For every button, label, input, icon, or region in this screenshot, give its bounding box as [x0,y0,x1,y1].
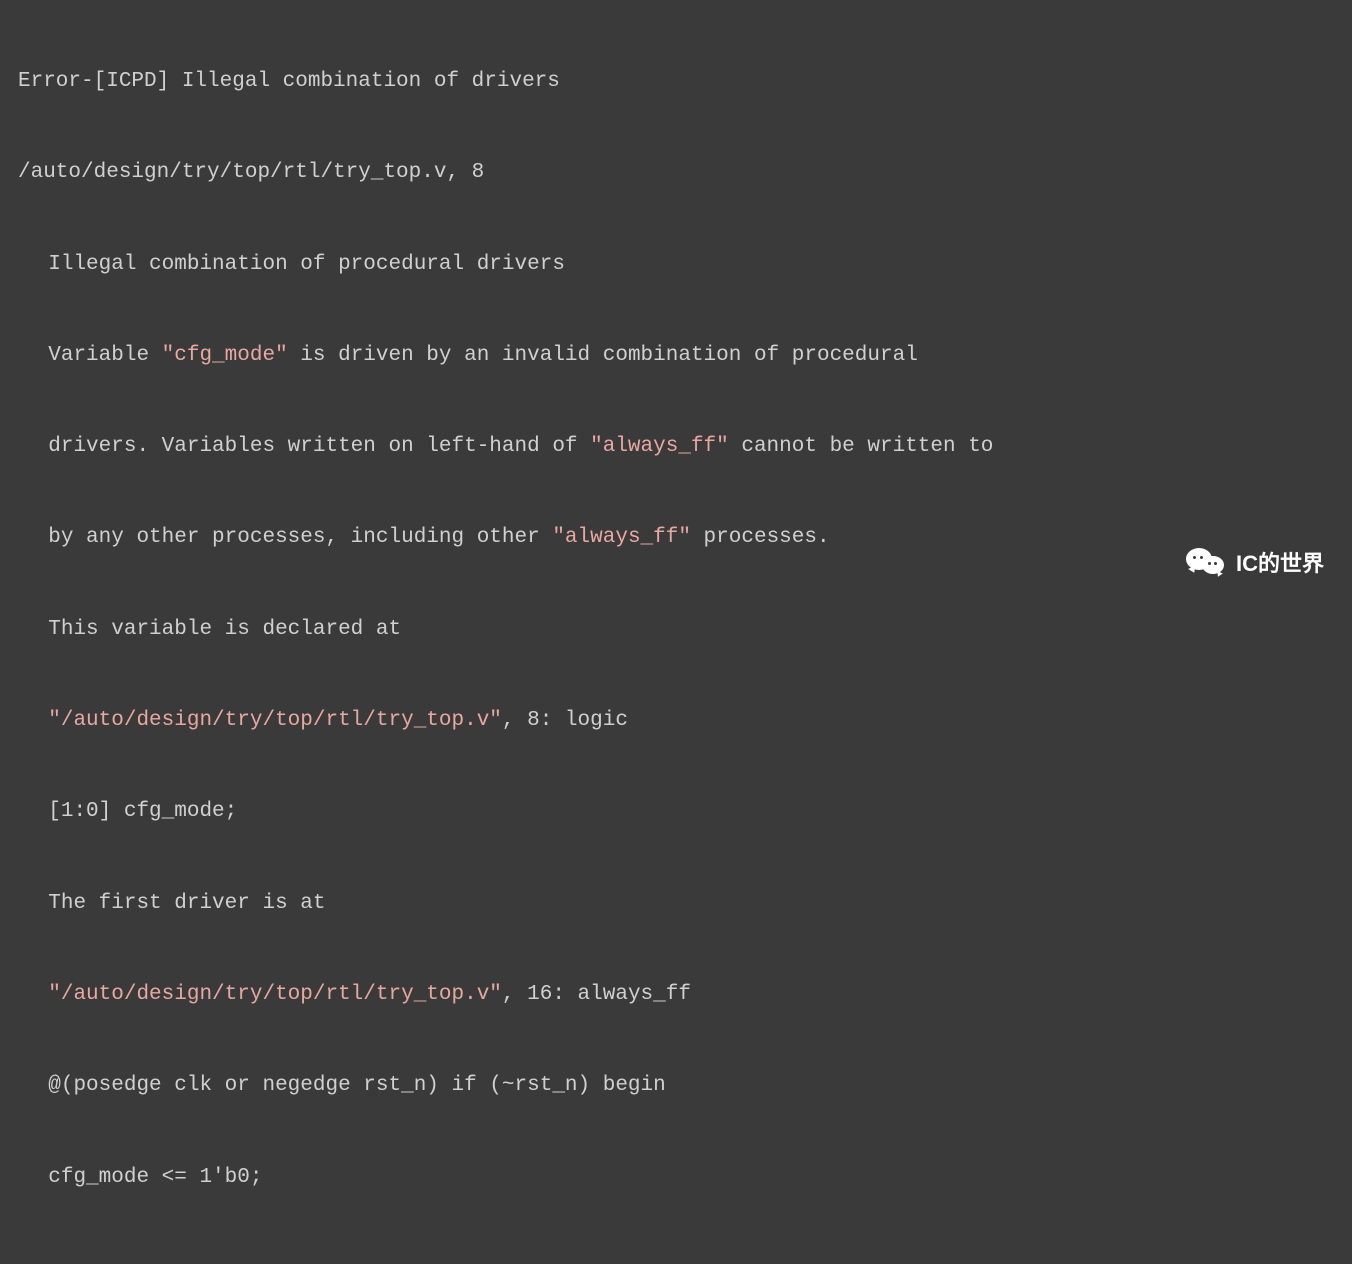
error-header: Error-[ICPD] Illegal combination of driv… [18,67,1334,97]
assignment-1: cfg_mode <= 1'b0; [18,1163,1334,1193]
always-ff-keyword: "always_ff" [552,526,691,549]
first-driver-label: The first driver is at [18,889,1334,919]
variable-name: "cfg_mode" [162,344,288,367]
terminal-output: Error-[ICPD] Illegal combination of driv… [18,6,1334,1264]
error-msg-line3: by any other processes, including other … [18,523,1334,553]
watermark: IC的世界 [1186,546,1324,582]
first-driver-location: "/auto/design/try/top/rtl/try_top.v", 16… [18,980,1334,1010]
file-path: "/auto/design/try/top/rtl/try_top.v" [48,983,502,1006]
wechat-icon [1186,546,1226,582]
always-ff-keyword: "always_ff" [590,435,729,458]
error-msg-line2: drivers. Variables written on left-hand … [18,432,1334,462]
declared-at-label: This variable is declared at [18,615,1334,645]
always-block-1: @(posedge clk or negedge rst_n) if (~rst… [18,1071,1334,1101]
range-declaration: [1:0] cfg_mode; [18,797,1334,827]
error-msg-line1: Variable "cfg_mode" is driven by an inva… [18,341,1334,371]
watermark-text: IC的世界 [1236,548,1324,580]
ellipsis: ... [18,1254,1334,1264]
error-summary: Illegal combination of procedural driver… [18,250,1334,280]
file-path: "/auto/design/try/top/rtl/try_top.v" [48,709,502,732]
error-file-line: /auto/design/try/top/rtl/try_top.v, 8 [18,158,1334,188]
declared-location: "/auto/design/try/top/rtl/try_top.v", 8:… [18,706,1334,736]
